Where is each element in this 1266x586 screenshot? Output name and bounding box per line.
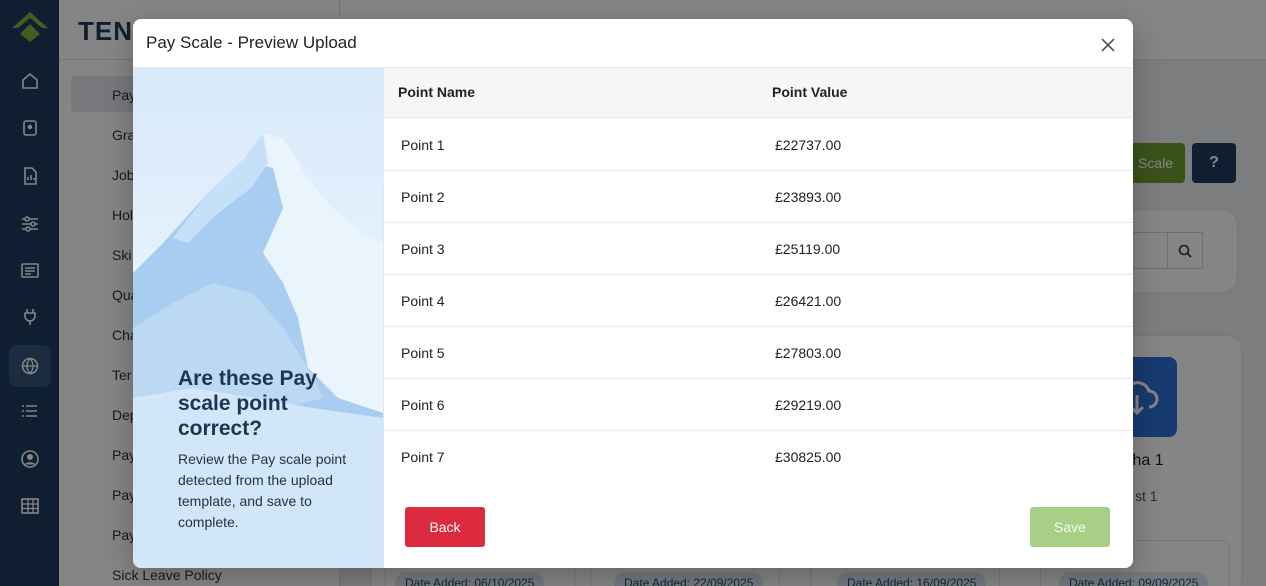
close-button[interactable] <box>1096 33 1120 57</box>
point-name-cell: Point 7 <box>401 449 445 465</box>
modal-header: Pay Scale - Preview Upload <box>133 19 1133 68</box>
illustration-panel: Are these Pay scale point correct? Revie… <box>133 68 383 568</box>
preview-upload-modal: Pay Scale - Preview Upload Are these Pay… <box>133 19 1133 568</box>
save-button[interactable]: Save <box>1030 507 1110 547</box>
table-row: Point 7 £30825.00 <box>384 431 1133 480</box>
point-name-cell: Point 4 <box>401 293 445 309</box>
point-name-cell: Point 1 <box>401 137 445 153</box>
table-row: Point 4 £26421.00 <box>384 275 1133 327</box>
point-value-cell: £23893.00 <box>775 189 842 205</box>
column-header-point-name: Point Name <box>398 84 476 100</box>
point-value-cell: £25119.00 <box>775 241 841 257</box>
point-value-cell: £27803.00 <box>775 345 842 361</box>
table-row: Point 3 £25119.00 <box>384 223 1133 275</box>
point-value-cell: £22737.00 <box>775 137 842 153</box>
confirm-heading: Are these Pay scale point correct? <box>178 367 317 440</box>
point-value-cell: £29219.00 <box>775 397 842 413</box>
table-header: Point Name Point Value <box>384 68 1133 118</box>
table-row: Point 2 £23893.00 <box>384 171 1133 223</box>
point-name-cell: Point 3 <box>401 241 445 257</box>
column-header-point-value: Point Value <box>772 84 848 100</box>
confirm-description: Review the Pay scale point detected from… <box>178 451 347 530</box>
table-row: Point 5 £27803.00 <box>384 327 1133 379</box>
preview-table: Point Name Point Value Point 1 £22737.00… <box>384 68 1133 480</box>
back-button[interactable]: Back <box>405 507 485 547</box>
table-row: Point 6 £29219.00 <box>384 379 1133 431</box>
modal-title: Pay Scale - Preview Upload <box>146 33 357 52</box>
point-value-cell: £26421.00 <box>775 293 842 309</box>
close-icon <box>1101 38 1115 52</box>
table-row: Point 1 £22737.00 <box>384 119 1133 171</box>
point-value-cell: £30825.00 <box>775 449 842 465</box>
point-name-cell: Point 6 <box>401 397 445 413</box>
point-name-cell: Point 5 <box>401 345 445 361</box>
point-name-cell: Point 2 <box>401 189 445 205</box>
